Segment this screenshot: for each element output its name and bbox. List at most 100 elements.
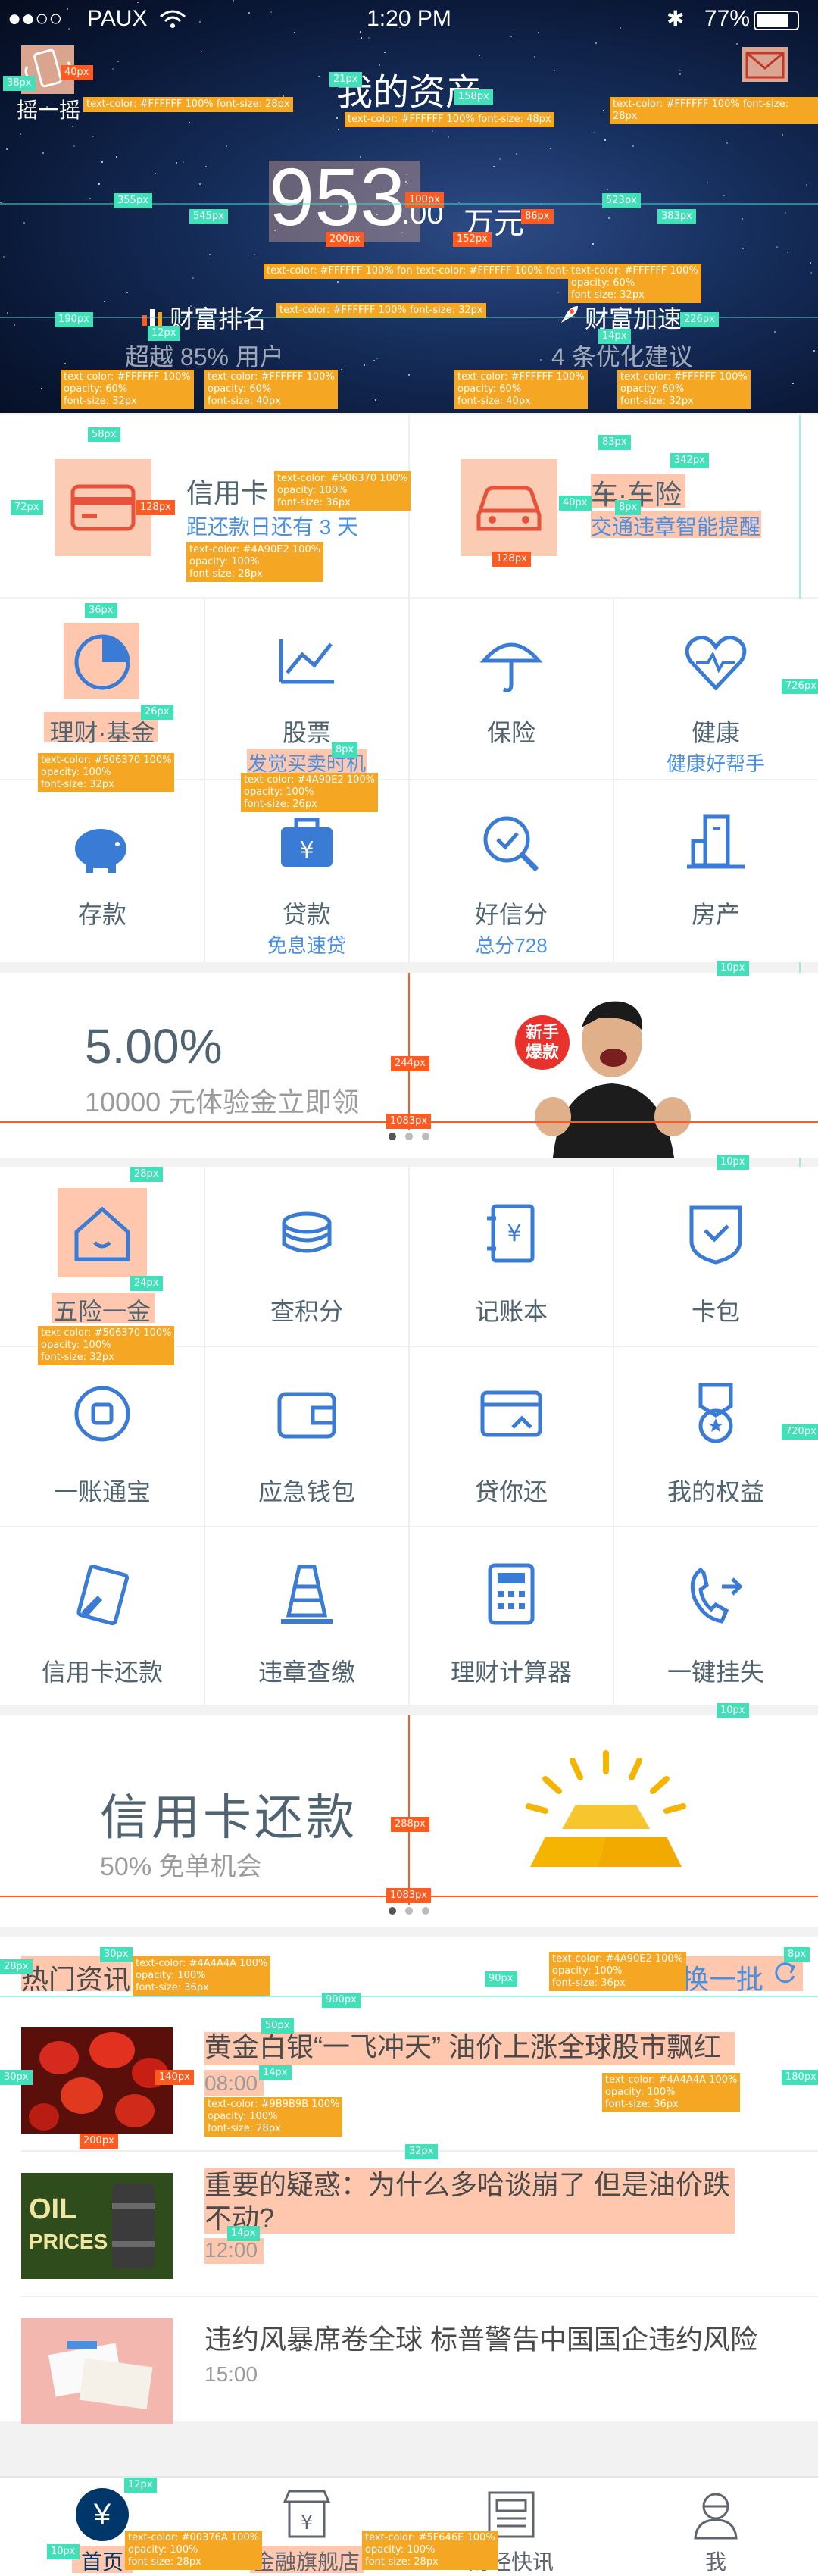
annotation: text-color: #4A4A4A 100% opacity: 100% f… bbox=[602, 2073, 741, 2112]
annotation: text-color: #FFFFFF 100% font-size: 48px bbox=[345, 112, 554, 127]
yen-icon: ¥ bbox=[76, 2488, 129, 2541]
star bbox=[810, 262, 812, 264]
promo-rate: 5.00% bbox=[85, 1019, 223, 1074]
grid-item[interactable]: 贷你还 bbox=[409, 1347, 614, 1527]
grid-item[interactable]: 保险 bbox=[409, 599, 614, 780]
coins-icon bbox=[282, 1211, 332, 1253]
promo-banner-2[interactable]: 信用卡还款 50% 免单机会 288px 1083px 10px bbox=[0, 1703, 818, 1927]
grid-item[interactable]: 房产 bbox=[614, 780, 818, 962]
annotation: text-color: #506370 100% opacity: 100% f… bbox=[38, 753, 175, 792]
guide-line bbox=[0, 1996, 818, 1997]
grid-item-label: 应急钱包 bbox=[258, 1478, 355, 1505]
star bbox=[549, 147, 551, 149]
star bbox=[604, 139, 606, 142]
grid-item[interactable]: 股票 发觉买卖时机 bbox=[204, 599, 409, 780]
dimension-label: 72px bbox=[11, 500, 43, 515]
grid-item[interactable]: 好信分 总分728 bbox=[409, 780, 614, 962]
banner2-subtitle: 50% 免单机会 bbox=[100, 1852, 262, 1881]
grid-item[interactable]: 五险一金 bbox=[0, 1167, 204, 1347]
page: ●●○○ PAUX 1:20 PM ✱ 77% 摇一摇 我的资产 消息 953 … bbox=[0, 0, 818, 2576]
calculator-icon bbox=[488, 1563, 535, 1625]
star bbox=[2, 255, 5, 258]
star bbox=[723, 194, 725, 196]
grid-item[interactable]: 卡包 bbox=[614, 1167, 818, 1347]
grid-item[interactable]: 理财计算器 bbox=[409, 1527, 614, 1708]
grid-item[interactable]: 一键挂失 bbox=[614, 1527, 818, 1708]
lanterns-thumbnail bbox=[21, 2027, 173, 2134]
grid-item-label: 股票 bbox=[282, 719, 331, 746]
piggy-bank-icon bbox=[75, 829, 126, 873]
star bbox=[786, 252, 788, 253]
svg-text:¥: ¥ bbox=[507, 1221, 521, 1247]
refresh-button[interactable]: 换一批 bbox=[682, 1958, 763, 1997]
news-item-title: 黄金白银“一飞冲天” 油价上涨全球股市飘红 bbox=[204, 2031, 721, 2062]
star bbox=[741, 217, 743, 220]
annotation: text-color: #00376A 100% opacity: 100% f… bbox=[125, 2531, 263, 2570]
svg-text:¥: ¥ bbox=[299, 837, 314, 864]
star bbox=[183, 161, 185, 163]
grid-item[interactable]: 存款 bbox=[0, 780, 204, 962]
grid-item-label: 我的权益 bbox=[667, 1478, 764, 1505]
list-item[interactable]: OIL PRICES 重要的疑惑：为什么多哈谈崩了 但是油价跌不动? 12:00… bbox=[0, 2158, 818, 2287]
star bbox=[361, 36, 363, 39]
dimension-label: 140px bbox=[155, 2070, 194, 2085]
divider bbox=[21, 2296, 818, 2297]
tab-me[interactable]: 我 bbox=[614, 2478, 818, 2576]
dimension-label: 8px bbox=[332, 742, 358, 758]
news-item-time: 15:00 bbox=[204, 2362, 258, 2386]
list-item[interactable]: 黄金白银“一飞冲天” 油价上涨全球股市飘红 08:00 text-color: … bbox=[0, 2012, 818, 2149]
grid-item[interactable]: 违章查缴 bbox=[204, 1527, 409, 1708]
grid-item[interactable]: 一账通宝 bbox=[0, 1347, 204, 1527]
star bbox=[632, 145, 634, 147]
star bbox=[126, 292, 128, 294]
star bbox=[363, 364, 365, 366]
refresh-icon[interactable] bbox=[771, 1959, 798, 1987]
dimension-label: 12px bbox=[148, 326, 180, 341]
credit-card-title[interactable]: 信用卡 bbox=[186, 471, 268, 511]
star bbox=[92, 135, 94, 137]
dimension-label: 10px bbox=[717, 1703, 749, 1718]
ledger-icon: ¥ bbox=[487, 1204, 535, 1263]
annotation: text-color: #9B9B9B 100% opacity: 100% f… bbox=[204, 2097, 343, 2137]
annotation: text-color: #4A90E2 100% opacity: 100% f… bbox=[549, 1952, 687, 1991]
pager-dots[interactable] bbox=[0, 1905, 818, 1918]
thumbnail-prices-text: PRICES bbox=[29, 2230, 108, 2253]
message-button[interactable] bbox=[742, 47, 788, 82]
grid-item[interactable]: 应急钱包 bbox=[204, 1347, 409, 1527]
star bbox=[810, 272, 812, 274]
bar-chart-icon bbox=[141, 305, 164, 327]
dimension-label: 40px bbox=[61, 65, 93, 80]
grid-item[interactable]: 信用卡还款 bbox=[0, 1527, 204, 1708]
dimension-label: 1083px bbox=[386, 1888, 432, 1903]
grid-item[interactable]: 查积分 bbox=[204, 1167, 409, 1347]
circle-square-icon bbox=[74, 1386, 130, 1442]
star bbox=[64, 362, 66, 364]
promo-banner-1[interactable]: 5.00% 10000 元体验金立即领 新手 爆款 244px 1083px 10… bbox=[0, 961, 818, 1158]
star bbox=[20, 133, 22, 136]
grid-item-label: 一账通宝 bbox=[53, 1478, 151, 1505]
annotation: text-color: #4A90E2 100% opacity: 100% f… bbox=[186, 542, 324, 582]
dimension-label: 14px bbox=[598, 329, 631, 344]
star bbox=[341, 369, 343, 371]
star bbox=[294, 32, 296, 34]
star bbox=[376, 357, 379, 359]
wallet-icon bbox=[277, 1392, 336, 1439]
dimension-label: 152px bbox=[453, 232, 492, 247]
star bbox=[176, 162, 178, 164]
dimension-label: 12px bbox=[124, 2478, 157, 2493]
dimension-label: 200px bbox=[80, 2134, 118, 2149]
annotation: text-color: #FFFFFF 100% font-size: 28px bbox=[83, 97, 293, 112]
grid-item[interactable]: ¥ 记账本 bbox=[409, 1167, 614, 1347]
card-holder-icon bbox=[689, 1205, 742, 1265]
dimension-label: 342px bbox=[670, 453, 709, 468]
pager-dots[interactable] bbox=[0, 1130, 818, 1144]
star bbox=[208, 254, 211, 256]
star bbox=[447, 136, 449, 139]
car-tile[interactable] bbox=[461, 459, 557, 556]
tab-label: 我 bbox=[704, 2550, 726, 2574]
dimension-label: 10px bbox=[717, 961, 749, 976]
dimension-label: 100px bbox=[405, 192, 444, 208]
list-item[interactable]: 违约风暴席卷全球 标普警告中国国企违约风险 15:00 bbox=[0, 2303, 818, 2424]
grid-item-label: 一键挂失 bbox=[667, 1658, 764, 1686]
line-chart-icon bbox=[279, 639, 334, 684]
